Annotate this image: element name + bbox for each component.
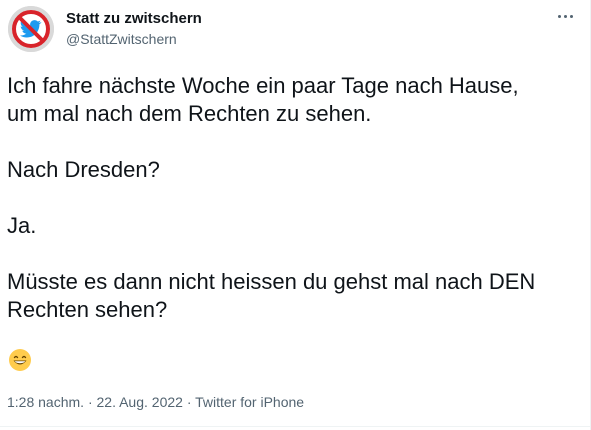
author-display-name[interactable]: Statt zu zwitschern xyxy=(66,10,202,27)
more-options-button[interactable] xyxy=(552,6,578,26)
meta-separator: · xyxy=(182,394,196,410)
tweet-time[interactable]: 1:28 nachm. xyxy=(7,394,84,410)
avatar[interactable] xyxy=(8,6,54,52)
author-handle[interactable]: @StattZwitschern xyxy=(66,31,177,47)
more-dots-icon xyxy=(557,14,561,18)
no-bird-sign-icon xyxy=(8,6,54,52)
tweet-source-link[interactable]: Twitter for iPhone xyxy=(195,394,304,410)
meta-separator: · xyxy=(84,394,97,410)
grinning-face-icon xyxy=(8,348,32,372)
divider xyxy=(0,426,591,427)
tweet-card: Statt zu zwitschern @StattZwitschern Ich… xyxy=(0,0,591,430)
tweet-meta: 1:28 nachm. · 22. Aug. 2022 · Twitter fo… xyxy=(7,394,304,410)
tweet-text: Ich fahre nächste Woche ein paar Tage na… xyxy=(7,73,536,322)
tweet-date[interactable]: 22. Aug. 2022 xyxy=(97,394,183,410)
